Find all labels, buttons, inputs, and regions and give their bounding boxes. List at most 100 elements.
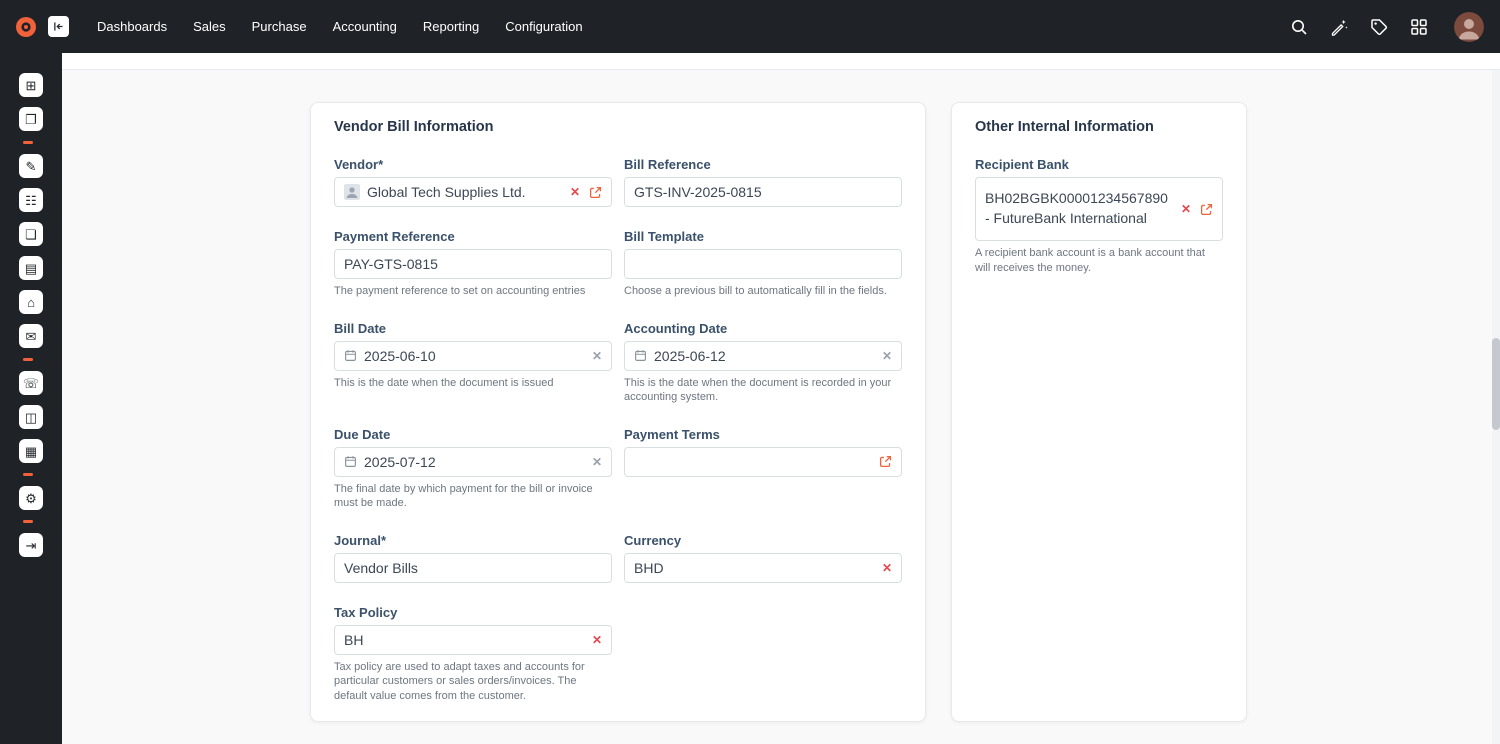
payment-reference-help: The payment reference to set on accounti…	[334, 284, 612, 299]
bill-reference-input[interactable]: GTS-INV-2025-0815	[624, 177, 902, 207]
field-journal: Journal* Vendor Bills	[334, 533, 612, 583]
nav-item-purchase[interactable]: Purchase	[242, 12, 317, 41]
journal-value: Vendor Bills	[344, 560, 418, 576]
clear-vendor-icon[interactable]: ✕	[570, 186, 580, 198]
nav-item-sales[interactable]: Sales	[183, 12, 236, 41]
currency-input[interactable]: BHD ✕	[624, 553, 902, 583]
search-icon[interactable]	[1290, 18, 1308, 36]
app-root: Dashboards Sales Purchase Accounting Rep…	[0, 0, 1500, 744]
sidebar-divider	[23, 358, 33, 361]
clear-recipient-bank-icon[interactable]: ✕	[1181, 203, 1191, 215]
sidebar-item-settings[interactable]: ⚙	[19, 486, 43, 510]
external-link-icon[interactable]	[879, 455, 892, 468]
magic-wand-icon[interactable]	[1330, 18, 1348, 36]
bill-reference-value: GTS-INV-2025-0815	[634, 184, 762, 200]
bill-date-value: 2025-06-10	[364, 348, 436, 364]
sidebar-item-ledger[interactable]: ▤	[19, 256, 43, 280]
external-link-icon[interactable]	[1200, 203, 1213, 216]
tag-icon[interactable]	[1370, 18, 1388, 36]
bill-template-label: Bill Template	[624, 229, 902, 244]
apps-grid-icon[interactable]	[1410, 18, 1428, 36]
clear-tax-policy-icon[interactable]: ✕	[592, 634, 602, 646]
vendor-value: Global Tech Supplies Ltd.	[367, 184, 526, 200]
scrollbar-thumb[interactable]	[1492, 338, 1500, 430]
currency-label: Currency	[624, 533, 902, 548]
sidebar-item-mail[interactable]: ✉	[19, 324, 43, 348]
journal-input[interactable]: Vendor Bills	[334, 553, 612, 583]
payment-terms-label: Payment Terms	[624, 427, 902, 442]
left-sidebar: ⊞ ❐ ✎ ☷ ❏ ▤ ⌂ ✉ ☏ ◫ ▦ ⚙ ⇥	[0, 53, 62, 744]
sidebar-collapse-button[interactable]	[48, 16, 69, 37]
top-navbar: Dashboards Sales Purchase Accounting Rep…	[0, 0, 1500, 53]
main-content: Vendor Bill Information Vendor*	[62, 53, 1500, 744]
calendar-icon	[344, 349, 357, 362]
clear-currency-icon[interactable]: ✕	[882, 562, 892, 574]
tax-policy-label: Tax Policy	[334, 605, 612, 620]
payment-terms-input[interactable]	[624, 447, 902, 477]
vendor-card-title: Vendor Bill Information	[334, 119, 902, 135]
sidebar-divider	[23, 141, 33, 144]
accounting-date-input[interactable]: 2025-06-12 ✕	[624, 341, 902, 371]
breadcrumb-bar	[62, 53, 1500, 70]
nav-item-configuration[interactable]: Configuration	[495, 12, 592, 41]
bill-reference-label: Bill Reference	[624, 157, 902, 172]
bill-date-input[interactable]: 2025-06-10 ✕	[334, 341, 612, 371]
contact-avatar-icon	[344, 184, 360, 200]
field-accounting-date: Accounting Date 2025-06-12	[624, 321, 902, 405]
bill-date-help: This is the date when the document is is…	[334, 376, 612, 391]
sidebar-item-support[interactable]: ☏	[19, 371, 43, 395]
other-info-card-title: Other Internal Information	[975, 119, 1223, 135]
nav-item-accounting[interactable]: Accounting	[323, 12, 407, 41]
tax-policy-value: BH	[344, 632, 363, 648]
recipient-bank-label: Recipient Bank	[975, 157, 1223, 172]
due-date-input[interactable]: 2025-07-12 ✕	[334, 447, 612, 477]
external-link-icon[interactable]	[589, 186, 602, 199]
payment-reference-label: Payment Reference	[334, 229, 612, 244]
nav-item-dashboards[interactable]: Dashboards	[87, 12, 177, 41]
accounting-date-help: This is the date when the document is re…	[624, 376, 902, 405]
field-currency: Currency BHD ✕	[624, 533, 902, 583]
main-menu: Dashboards Sales Purchase Accounting Rep…	[87, 12, 593, 41]
bill-date-label: Bill Date	[334, 321, 612, 336]
app-logo-icon[interactable]	[14, 15, 38, 39]
sidebar-item-home[interactable]: ⌂	[19, 290, 43, 314]
field-bill-date: Bill Date 2025-06-10	[334, 321, 612, 391]
sidebar-item-notes[interactable]: ✎	[19, 154, 43, 178]
field-due-date: Due Date 2025-07-12	[334, 427, 612, 511]
nav-item-reporting[interactable]: Reporting	[413, 12, 489, 41]
bill-template-input[interactable]	[624, 249, 902, 279]
clear-due-date-icon[interactable]: ✕	[592, 456, 602, 468]
payment-reference-input[interactable]: PAY-GTS-0815	[334, 249, 612, 279]
user-avatar[interactable]	[1454, 12, 1484, 42]
recipient-bank-input[interactable]: BH02BGBK00001234567890 - FutureBank Inte…	[975, 177, 1223, 241]
collapse-arrow-icon	[52, 20, 65, 33]
sidebar-item-pages[interactable]: ❏	[19, 222, 43, 246]
other-info-card: Other Internal Information Recipient Ban…	[951, 102, 1247, 722]
sidebar-item-kanban[interactable]: ◫	[19, 405, 43, 429]
sidebar-item-contacts[interactable]: ⊞	[19, 73, 43, 97]
sidebar-divider	[23, 520, 33, 523]
calendar-icon	[344, 455, 357, 468]
sidebar-item-receipts[interactable]: ▦	[19, 439, 43, 463]
sidebar-item-documents[interactable]: ❐	[19, 107, 43, 131]
scrollbar-track[interactable]	[1492, 70, 1500, 744]
navbar-left: Dashboards Sales Purchase Accounting Rep…	[14, 12, 593, 41]
tax-policy-input[interactable]: BH ✕	[334, 625, 612, 655]
journal-label: Journal*	[334, 533, 612, 548]
recipient-bank-value: BH02BGBK00001234567890 - FutureBank Inte…	[985, 189, 1174, 228]
bill-template-help: Choose a previous bill to automatically …	[624, 284, 902, 299]
recipient-bank-help: A recipient bank account is a bank accou…	[975, 246, 1223, 275]
field-recipient-bank: Recipient Bank BH02BGBK00001234567890 - …	[975, 157, 1223, 275]
due-date-help: The final date by which payment for the …	[334, 482, 612, 511]
payment-reference-value: PAY-GTS-0815	[344, 256, 438, 272]
clear-bill-date-icon[interactable]: ✕	[592, 350, 602, 362]
sidebar-item-logout[interactable]: ⇥	[19, 533, 43, 557]
sidebar-item-reports[interactable]: ☷	[19, 188, 43, 212]
clear-accounting-date-icon[interactable]: ✕	[882, 350, 892, 362]
field-vendor: Vendor* Global Tech Supplies Ltd.	[334, 157, 612, 207]
due-date-value: 2025-07-12	[364, 454, 436, 470]
calendar-icon	[634, 349, 647, 362]
currency-value: BHD	[634, 560, 664, 576]
vendor-label: Vendor*	[334, 157, 612, 172]
vendor-input[interactable]: Global Tech Supplies Ltd. ✕	[334, 177, 612, 207]
